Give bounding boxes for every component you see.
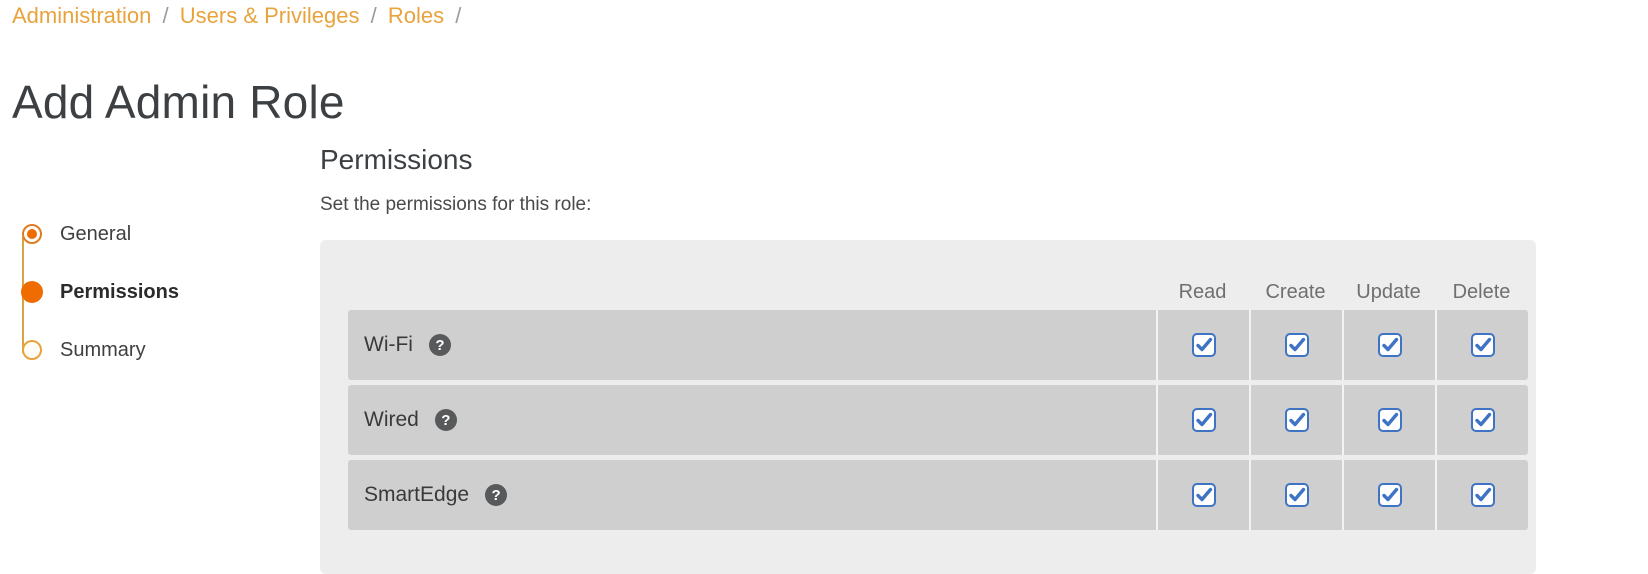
row-label-cell-wired: Wired ? — [348, 385, 1156, 455]
checkbox-wired-delete[interactable] — [1470, 408, 1495, 432]
row-label-cell-wifi: Wi-Fi ? — [348, 310, 1156, 380]
breadcrumb-separator-trailing: / — [455, 3, 462, 28]
stepper-dot-permissions-wrap — [14, 281, 50, 303]
stepper-dot-pending-icon — [22, 340, 42, 360]
breadcrumb: Administration / Users & Privileges / Ro… — [12, 2, 466, 30]
checkbox-smartedge-update[interactable] — [1377, 483, 1402, 507]
stepper: General Permissions Summary — [14, 205, 294, 379]
permissions-panel: Read Create Update Delete Wi-Fi ? Wired … — [320, 240, 1536, 574]
cell-wifi-read — [1156, 310, 1249, 380]
column-header-read: Read — [1178, 281, 1227, 303]
stepper-label-general: General — [60, 222, 132, 245]
stepper-label-summary: Summary — [60, 338, 146, 361]
stepper-item-summary[interactable]: Summary — [14, 321, 294, 379]
cell-wired-create — [1249, 385, 1342, 455]
stepper-item-permissions[interactable]: Permissions — [14, 263, 294, 321]
breadcrumb-separator: / — [162, 3, 169, 28]
checkbox-wired-read[interactable] — [1191, 408, 1216, 432]
cell-wifi-create — [1249, 310, 1342, 380]
table-row: Wi-Fi ? — [348, 310, 1536, 380]
checkbox-smartedge-delete[interactable] — [1470, 483, 1495, 507]
row-label-cell-smartedge: SmartEdge ? — [348, 460, 1156, 530]
permissions-section-header: Permissions Set the permissions for this… — [320, 143, 1648, 217]
column-header-delete: Delete — [1452, 281, 1511, 303]
stepper-dot-current-icon — [21, 281, 43, 303]
column-header-update: Update — [1356, 281, 1421, 303]
stepper-item-general[interactable]: General — [14, 205, 294, 263]
stepper-dot-completed-icon — [22, 224, 42, 244]
breadcrumb-separator: / — [370, 3, 377, 28]
permissions-heading: Permissions — [320, 144, 473, 175]
table-row: SmartEdge ? — [348, 460, 1536, 530]
checkbox-wired-update[interactable] — [1377, 408, 1402, 432]
cell-wired-update — [1342, 385, 1435, 455]
checkbox-wired-create[interactable] — [1284, 408, 1309, 432]
cell-smartedge-delete — [1435, 460, 1528, 530]
checkbox-wifi-delete[interactable] — [1470, 333, 1495, 357]
breadcrumb-item-administration[interactable]: Administration — [12, 3, 151, 28]
stepper-label-permissions: Permissions — [60, 280, 179, 303]
breadcrumb-item-users-privileges[interactable]: Users & Privileges — [180, 3, 360, 28]
cell-wifi-delete — [1435, 310, 1528, 380]
column-header-create: Create — [1265, 281, 1326, 303]
cell-smartedge-create — [1249, 460, 1342, 530]
checkbox-wifi-update[interactable] — [1377, 333, 1402, 357]
help-icon[interactable]: ? — [485, 484, 508, 506]
stepper-dot-summary-wrap — [14, 340, 50, 360]
cell-wired-delete — [1435, 385, 1528, 455]
checkbox-smartedge-create[interactable] — [1284, 483, 1309, 507]
checkbox-smartedge-read[interactable] — [1191, 483, 1216, 507]
row-label-wired: Wired — [364, 408, 419, 431]
row-label-smartedge: SmartEdge — [364, 483, 470, 506]
row-label-wifi: Wi-Fi — [364, 333, 413, 356]
permissions-subtitle: Set the permissions for this role: — [320, 194, 592, 215]
checkbox-wifi-read[interactable] — [1191, 333, 1216, 357]
stepper-dot-general-wrap — [14, 224, 50, 244]
checkbox-wifi-create[interactable] — [1284, 333, 1309, 357]
cell-smartedge-update — [1342, 460, 1435, 530]
table-row: Wired ? — [348, 385, 1536, 455]
help-icon[interactable]: ? — [428, 334, 451, 356]
help-icon[interactable]: ? — [434, 409, 457, 431]
page-title: Add Admin Role — [12, 75, 345, 128]
breadcrumb-item-roles[interactable]: Roles — [388, 3, 444, 28]
cell-wired-read — [1156, 385, 1249, 455]
permissions-table-header: Read Create Update Delete — [320, 240, 1536, 310]
cell-smartedge-read — [1156, 460, 1249, 530]
cell-wifi-update — [1342, 310, 1435, 380]
